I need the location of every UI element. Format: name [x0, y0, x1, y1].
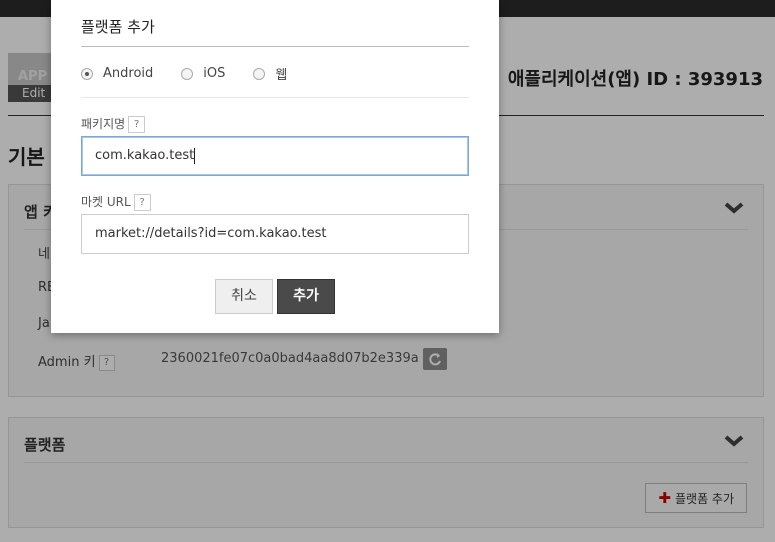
radio-web-indicator[interactable] — [253, 67, 266, 80]
market-url-label: 마켓 URL — [81, 195, 131, 209]
platform-radio-group: Android iOS 웹 — [81, 64, 315, 83]
package-name-value: com.kakao.test — [95, 148, 195, 163]
help-icon[interactable]: ? — [128, 116, 146, 133]
radio-android-label: Android — [103, 66, 154, 81]
radio-divider — [81, 97, 469, 98]
dialog-title: 플랫폼 추가 — [81, 18, 155, 36]
market-url-value: market://details?id=com.kakao.test — [95, 226, 327, 241]
market-url-input[interactable]: market://details?id=com.kakao.test — [81, 214, 469, 254]
radio-ios-indicator[interactable] — [181, 67, 194, 80]
radio-android-indicator[interactable] — [81, 67, 93, 80]
radio-ios[interactable]: iOS — [181, 64, 225, 83]
help-icon[interactable]: ? — [133, 194, 151, 211]
market-url-label-row: 마켓 URL? — [81, 193, 151, 211]
add-platform-dialog: 플랫폼 추가 Android iOS 웹 패키지명? com.kakao.tes… — [51, 0, 499, 333]
radio-android[interactable]: Android — [81, 64, 153, 83]
package-name-input[interactable]: com.kakao.test — [81, 136, 469, 176]
cancel-button[interactable]: 취소 — [215, 279, 273, 314]
text-caret — [194, 147, 196, 164]
add-button[interactable]: 추가 — [277, 279, 335, 314]
package-name-label: 패키지명 — [81, 117, 126, 131]
radio-ios-label: iOS — [203, 66, 226, 81]
radio-web[interactable]: 웹 — [253, 64, 287, 83]
dialog-title-divider — [81, 46, 469, 47]
radio-web-label: 웹 — [275, 68, 288, 83]
package-name-label-row: 패키지명? — [81, 115, 146, 133]
